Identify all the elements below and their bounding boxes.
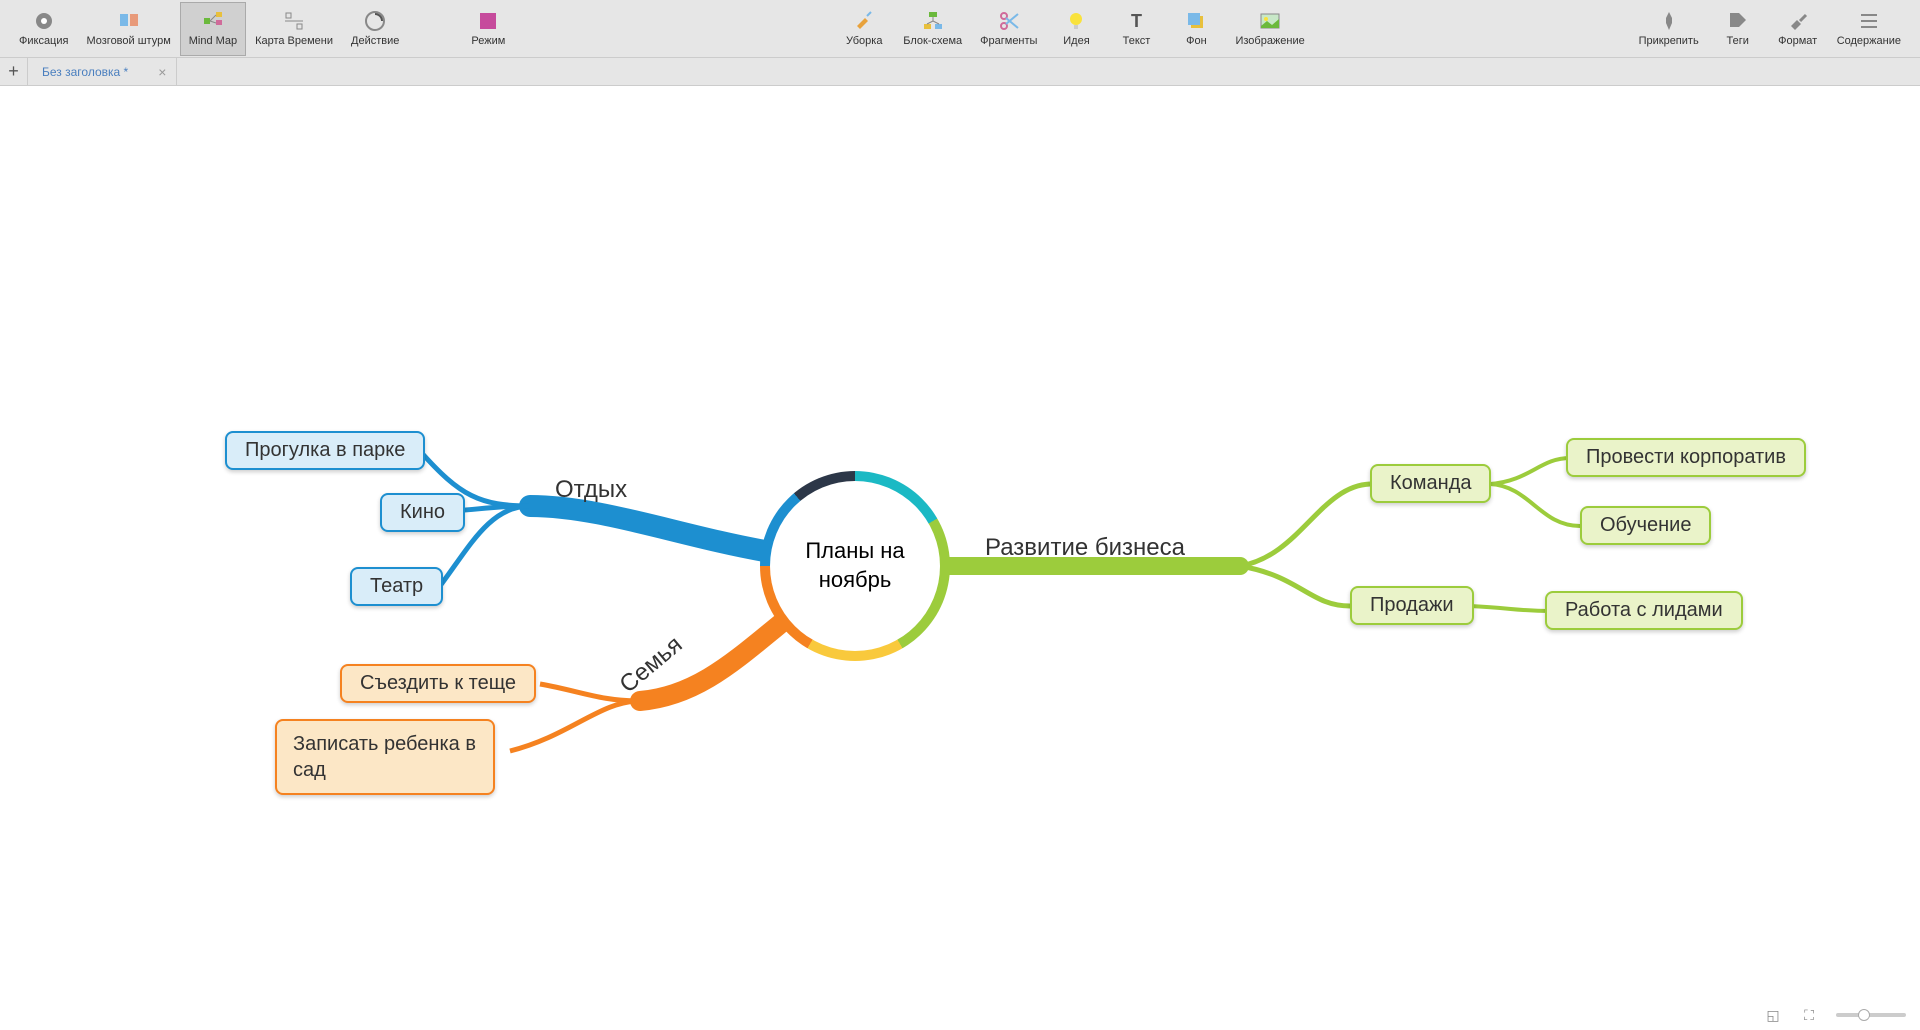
status-bar: ◱ ⛶ [1764, 1006, 1906, 1024]
zoom-slider[interactable] [1836, 1013, 1906, 1017]
tool-label: Изображение [1235, 35, 1304, 47]
node-text: Продажи [1370, 594, 1454, 617]
tool-label: Режим [471, 35, 505, 47]
scissors-icon [998, 10, 1020, 32]
node-team[interactable]: Команда [1370, 464, 1491, 503]
mode-icon [477, 10, 499, 32]
toolbar-center: Уборка Блок-схема Фрагменты Идея T Текст… [834, 2, 1314, 56]
central-node-label: Планы на ноябрь [770, 481, 940, 651]
tag-icon [1727, 10, 1749, 32]
tool-label: Блок-схема [903, 35, 962, 47]
tool-timemap[interactable]: Карта Времени [246, 2, 342, 56]
node-text: Прогулка в парке [245, 439, 405, 462]
pin-icon [1658, 10, 1680, 32]
tool-label: Идея [1063, 35, 1089, 47]
toolbar: Фиксация Мозговой штурм Mind Map Карта В… [0, 0, 1920, 58]
camera-icon [33, 10, 55, 32]
node-training[interactable]: Обучение [1580, 506, 1711, 545]
node-text: Команда [1390, 472, 1471, 495]
tab-bar: + Без заголовка * × [0, 58, 1920, 86]
text-icon: T [1125, 10, 1147, 32]
tool-text[interactable]: T Текст [1106, 2, 1166, 56]
tool-fragments[interactable]: Фрагменты [971, 2, 1046, 56]
branch-label-family[interactable]: Семья [615, 631, 689, 699]
tool-image[interactable]: Изображение [1226, 2, 1313, 56]
tool-label: Содержание [1837, 35, 1901, 47]
tool-label: Текст [1123, 35, 1151, 47]
tool-label: Фиксация [19, 35, 68, 47]
tool-blockscheme[interactable]: Блок-схема [894, 2, 971, 56]
bulb-icon [1065, 10, 1087, 32]
close-icon[interactable]: × [158, 64, 166, 80]
timemap-icon [283, 10, 305, 32]
tool-label: Мозговой штурм [86, 35, 170, 47]
node-cinema[interactable]: Кино [380, 493, 465, 532]
node-motherinlaw[interactable]: Съездить к теще [340, 664, 536, 703]
tool-cleanup[interactable]: Уборка [834, 2, 894, 56]
tool-idea[interactable]: Идея [1046, 2, 1106, 56]
fullscreen-icon[interactable]: ⛶ [1800, 1006, 1818, 1024]
toolbar-right: Прикрепить Теги Формат Содержание [1630, 2, 1910, 56]
node-theatre[interactable]: Театр [350, 567, 443, 606]
action-icon [364, 10, 386, 32]
toolbar-left: Фиксация Мозговой штурм Mind Map Карта В… [10, 2, 518, 56]
tool-background[interactable]: Фон [1166, 2, 1226, 56]
brush-icon [853, 10, 875, 32]
tool-brainstorm[interactable]: Мозговой штурм [77, 2, 179, 56]
tool-label: Фон [1186, 35, 1207, 47]
paintbrush-icon [1787, 10, 1809, 32]
tab-document[interactable]: Без заголовка * × [28, 58, 177, 85]
node-leads[interactable]: Работа с лидами [1545, 591, 1743, 630]
flowchart-icon [922, 10, 944, 32]
tool-label: Прикрепить [1639, 35, 1699, 47]
add-tab-button[interactable]: + [0, 58, 28, 86]
node-text: Обучение [1600, 514, 1691, 537]
node-sales[interactable]: Продажи [1350, 586, 1474, 625]
zoom-thumb[interactable] [1858, 1009, 1870, 1021]
node-kindergarten[interactable]: Записать ребенка в сад [275, 719, 495, 795]
node-text: Кино [400, 501, 445, 524]
tool-action[interactable]: Действие [342, 2, 408, 56]
tool-mindmap[interactable]: Mind Map [180, 2, 246, 56]
list-icon [1858, 10, 1880, 32]
tool-label: Фрагменты [980, 35, 1037, 47]
fit-icon[interactable]: ◱ [1764, 1006, 1782, 1024]
node-text: Провести корпоратив [1586, 446, 1786, 469]
node-party[interactable]: Провести корпоратив [1566, 438, 1806, 477]
node-text: Работа с лидами [1565, 599, 1723, 622]
tool-label: Теги [1726, 35, 1748, 47]
node-text: Записать ребенка в сад [293, 731, 477, 783]
tool-label: Карта Времени [255, 35, 333, 47]
node-text: Театр [370, 575, 423, 598]
mindmap-icon [202, 10, 224, 32]
tool-attach[interactable]: Прикрепить [1630, 2, 1708, 56]
tool-label: Уборка [846, 35, 882, 47]
branch-label-biz[interactable]: Развитие бизнеса [985, 534, 1185, 562]
tool-tags[interactable]: Теги [1708, 2, 1768, 56]
tool-label: Формат [1778, 35, 1817, 47]
node-park[interactable]: Прогулка в парке [225, 431, 425, 470]
connector-layer [0, 86, 1920, 1030]
mindmap-canvas[interactable]: Планы на ноябрь Отдых Семья Развитие биз… [0, 86, 1920, 1030]
layers-icon [1185, 10, 1207, 32]
tab-title: Без заголовка * [42, 65, 128, 79]
tool-mode[interactable]: Режим [458, 2, 518, 56]
tool-label: Действие [351, 35, 399, 47]
cards-icon [118, 10, 140, 32]
image-icon [1259, 10, 1281, 32]
tool-content[interactable]: Содержание [1828, 2, 1910, 56]
tool-format[interactable]: Формат [1768, 2, 1828, 56]
node-text: Съездить к теще [360, 672, 516, 695]
tool-label: Mind Map [189, 35, 237, 47]
central-node[interactable]: Планы на ноябрь [760, 471, 950, 661]
tool-fixation[interactable]: Фиксация [10, 2, 77, 56]
branch-label-rest[interactable]: Отдых [555, 476, 627, 504]
